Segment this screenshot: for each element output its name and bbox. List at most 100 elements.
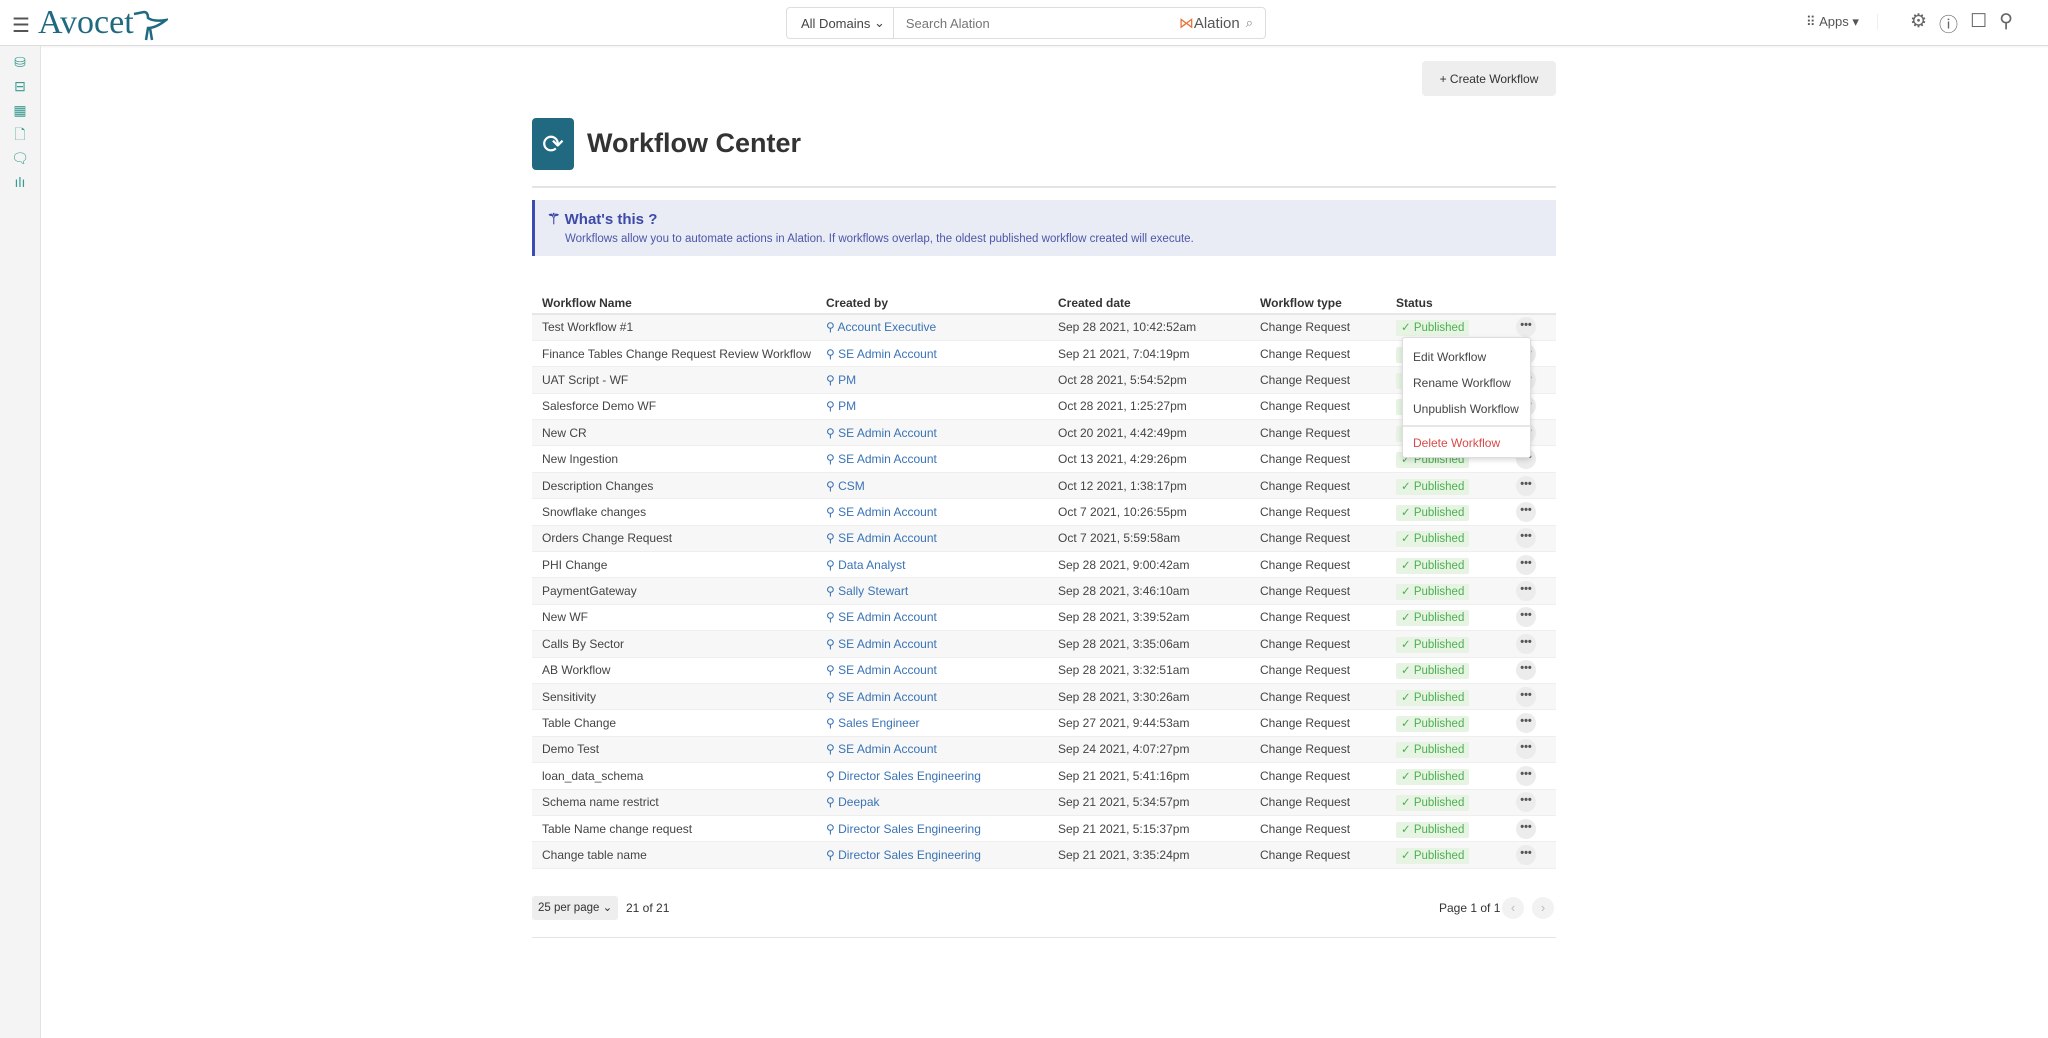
creator-link[interactable]: SE Admin Account [838, 452, 937, 466]
created-by[interactable]: ⚲ SE Admin Account [816, 630, 1048, 658]
creator-link[interactable]: PM [838, 399, 856, 413]
more-actions-button[interactable]: ••• [1516, 686, 1536, 707]
table-row[interactable]: Demo Test ⚲ SE Admin Account Sep 24 2021… [532, 736, 1556, 764]
created-by[interactable]: ⚲ Deepak [816, 789, 1048, 816]
table-row[interactable]: PHI Change ⚲ Data Analyst Sep 28 2021, 9… [532, 551, 1556, 579]
table-row[interactable]: Sensitivity ⚲ SE Admin Account Sep 28 20… [532, 683, 1556, 711]
database-icon[interactable]: ⛁ [0, 50, 40, 74]
workflow-name[interactable]: New Ingestion [532, 445, 816, 473]
settings-icon[interactable]: ⚙ [1910, 10, 1927, 37]
creator-link[interactable]: Sales Engineer [838, 716, 919, 730]
search-icon[interactable]: ⌕ [1246, 15, 1253, 31]
created-by[interactable]: ⚲ Director Sales Engineering [816, 841, 1048, 869]
table-icon[interactable]: ▦ [0, 98, 40, 122]
workflow-name[interactable]: Sensitivity [532, 683, 816, 711]
workflow-name[interactable]: New WF [532, 604, 816, 632]
workflow-name[interactable]: Table Name change request [532, 815, 816, 843]
menu-icon[interactable]: ☰ [12, 13, 30, 38]
created-by[interactable]: ⚲ SE Admin Account [816, 604, 1048, 632]
table-row[interactable]: Snowflake changes ⚲ SE Admin Account Oct… [532, 498, 1556, 526]
table-row[interactable]: Change table name ⚲ Director Sales Engin… [532, 841, 1556, 869]
created-by[interactable]: ⚲ Director Sales Engineering [816, 815, 1048, 843]
table-row[interactable]: PaymentGateway ⚲ Sally Stewart Sep 28 20… [532, 577, 1556, 605]
inbox-icon[interactable]: ☐ [1970, 10, 1987, 37]
creator-link[interactable]: SE Admin Account [838, 610, 937, 624]
workflow-name[interactable]: UAT Script - WF [532, 366, 816, 394]
more-actions-button[interactable]: ••• [1516, 845, 1536, 865]
table-row[interactable]: Table Name change request ⚲ Director Sal… [532, 815, 1556, 843]
column-header[interactable]: Created date [1048, 293, 1250, 315]
created-by[interactable]: ⚲ Sally Stewart [816, 577, 1048, 605]
table-row[interactable]: Schema name restrict ⚲ Deepak Sep 21 202… [532, 789, 1556, 816]
apps-menu[interactable]: ⠿ Apps ▾ [1806, 14, 1878, 30]
more-actions-button[interactable]: ••• [1516, 792, 1536, 813]
conversation-icon[interactable]: 🗨 [0, 146, 40, 170]
rename-workflow-item[interactable]: Rename Workflow [1403, 370, 1530, 396]
creator-link[interactable]: SE Admin Account [838, 347, 937, 361]
more-actions-button[interactable]: ••• [1516, 765, 1536, 786]
workflow-name[interactable]: Test Workflow #1 [532, 314, 816, 341]
created-by[interactable]: ⚲ Data Analyst [816, 551, 1048, 579]
workflow-name[interactable]: Change table name [532, 841, 816, 869]
column-header[interactable]: Created by [816, 293, 1048, 315]
workflow-name[interactable]: Description Changes [532, 472, 816, 500]
column-header[interactable]: Status [1386, 293, 1506, 315]
creator-link[interactable]: SE Admin Account [838, 742, 937, 756]
more-actions-button[interactable]: ••• [1516, 475, 1536, 496]
per-page-select[interactable]: 25 per page ⌄ [532, 896, 619, 920]
document-icon[interactable]: 🗋 [0, 122, 40, 146]
created-by[interactable]: ⚲ SE Admin Account [816, 445, 1048, 473]
workflow-name[interactable]: Orders Change Request [532, 525, 816, 553]
creator-link[interactable]: Deepak [838, 795, 879, 809]
more-actions-button[interactable]: ••• [1516, 660, 1536, 681]
workflow-name[interactable]: PaymentGateway [532, 577, 816, 605]
workflow-name[interactable]: Finance Tables Change Request Review Wor… [532, 340, 816, 368]
domain-select[interactable]: All Domains ⌄ [787, 8, 894, 38]
creator-link[interactable]: Director Sales Engineering [838, 848, 981, 862]
workflow-name[interactable]: AB Workflow [532, 657, 816, 684]
created-by[interactable]: ⚲ PM [816, 393, 1048, 421]
more-actions-button[interactable]: ••• [1516, 554, 1536, 575]
table-row[interactable]: New WF ⚲ SE Admin Account Sep 28 2021, 3… [532, 604, 1556, 632]
table-row[interactable]: Test Workflow #1 ⚲ Account Executive Sep… [532, 314, 1556, 341]
column-header[interactable]: Workflow type [1250, 293, 1386, 315]
created-by[interactable]: ⚲ SE Admin Account [816, 657, 1048, 684]
creator-link[interactable]: SE Admin Account [838, 426, 937, 440]
edit-workflow-item[interactable]: Edit Workflow [1403, 344, 1530, 370]
next-page-button[interactable]: › [1532, 897, 1554, 919]
created-by[interactable]: ⚲ SE Admin Account [816, 683, 1048, 711]
table-row[interactable]: AB Workflow ⚲ SE Admin Account Sep 28 20… [532, 657, 1556, 684]
creator-link[interactable]: Data Analyst [838, 558, 905, 572]
search-input[interactable] [893, 15, 1179, 31]
more-actions-button[interactable]: ••• [1516, 713, 1536, 734]
more-actions-button[interactable]: ••• [1516, 739, 1536, 760]
more-actions-button[interactable]: ••• [1516, 607, 1536, 628]
creator-link[interactable]: Director Sales Engineering [838, 822, 981, 836]
more-actions-button[interactable]: ••• [1516, 633, 1536, 654]
created-by[interactable]: ⚲ Sales Engineer [816, 709, 1048, 737]
more-actions-button[interactable]: ••• [1516, 528, 1536, 549]
creator-link[interactable]: SE Admin Account [838, 505, 937, 519]
table-row[interactable]: Orders Change Request ⚲ SE Admin Account… [532, 525, 1556, 553]
create-workflow-button[interactable]: + Create Workflow [1422, 61, 1556, 96]
created-by[interactable]: ⚲ Account Executive [816, 314, 1048, 341]
creator-link[interactable]: CSM [838, 479, 865, 493]
creator-link[interactable]: Account Executive [837, 320, 936, 334]
creator-link[interactable]: Director Sales Engineering [838, 769, 981, 783]
prev-page-button[interactable]: ‹ [1502, 897, 1524, 919]
table-row[interactable]: Calls By Sector ⚲ SE Admin Account Sep 2… [532, 630, 1556, 658]
created-by[interactable]: ⚲ SE Admin Account [816, 525, 1048, 553]
unpublish-workflow-item[interactable]: Unpublish Workflow [1403, 396, 1530, 422]
creator-link[interactable]: Sally Stewart [838, 584, 908, 598]
table-row[interactable]: loan_data_schema ⚲ Director Sales Engine… [532, 762, 1556, 790]
delete-workflow-item[interactable]: Delete Workflow [1403, 430, 1530, 456]
table-row[interactable]: Description Changes ⚲ CSM Oct 12 2021, 1… [532, 472, 1556, 500]
storage-icon[interactable]: ⊟ [0, 74, 40, 98]
created-by[interactable]: ⚲ SE Admin Account [816, 340, 1048, 368]
created-by[interactable]: ⚲ SE Admin Account [816, 498, 1048, 526]
created-by[interactable]: ⚲ Director Sales Engineering [816, 762, 1048, 790]
workflow-name[interactable]: Calls By Sector [532, 630, 816, 658]
creator-link[interactable]: SE Admin Account [838, 690, 937, 704]
creator-link[interactable]: SE Admin Account [838, 663, 937, 677]
column-header[interactable]: Workflow Name [532, 293, 816, 315]
